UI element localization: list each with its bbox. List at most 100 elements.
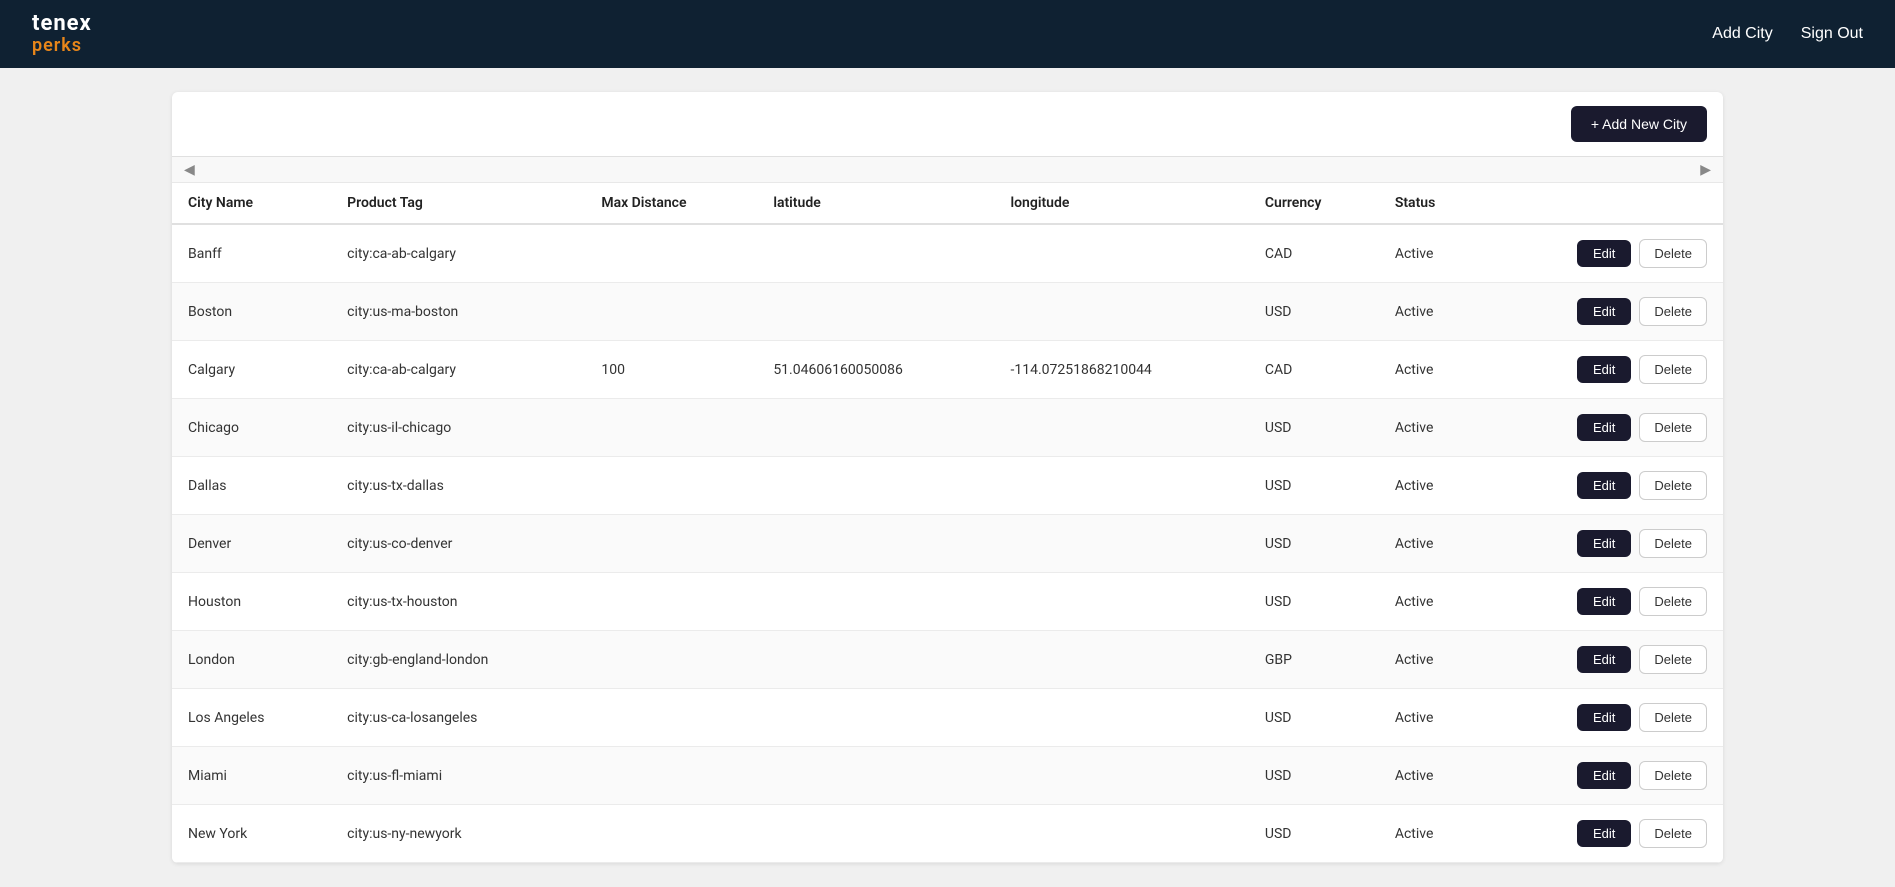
edit-button[interactable]: Edit [1577,240,1631,267]
brand-tenex: tenex [32,12,92,36]
col-actions [1485,183,1723,224]
action-cell: Edit Delete [1501,297,1707,326]
edit-button[interactable]: Edit [1577,646,1631,673]
cell-latitude [757,631,994,689]
cell-actions: Edit Delete [1485,689,1723,747]
cell-latitude [757,747,994,805]
col-status: Status [1379,183,1485,224]
cell-latitude: 51.04606160050086 [757,341,994,399]
action-cell: Edit Delete [1501,355,1707,384]
cell-product_tag: city:us-tx-dallas [331,457,585,515]
cell-longitude [994,399,1248,457]
cell-max_distance: 100 [585,341,757,399]
cell-city_name: Dallas [172,457,331,515]
edit-button[interactable]: Edit [1577,820,1631,847]
navbar: tenex perks Add City Sign Out [0,0,1895,68]
cell-city_name: Boston [172,283,331,341]
cell-product_tag: city:us-ca-losangeles [331,689,585,747]
add-new-city-button[interactable]: + Add New City [1571,106,1707,142]
add-city-nav-button[interactable]: Add City [1712,25,1772,43]
delete-button[interactable]: Delete [1639,297,1707,326]
cell-latitude [757,573,994,631]
delete-button[interactable]: Delete [1639,413,1707,442]
cell-latitude [757,283,994,341]
cell-currency: USD [1249,457,1379,515]
brand-perks: perks [32,36,92,56]
scroll-left-arrow[interactable]: ◀ [180,161,199,178]
table-row: Banffcity:ca-ab-calgaryCADActiveEditDele… [172,224,1723,283]
col-max-distance: Max Distance [585,183,757,224]
cell-product_tag: city:us-tx-houston [331,573,585,631]
navbar-actions: Add City Sign Out [1712,25,1863,43]
cell-latitude [757,805,994,863]
cell-product_tag: city:ca-ab-calgary [331,224,585,283]
cell-actions: Edit Delete [1485,457,1723,515]
delete-button[interactable]: Delete [1639,703,1707,732]
cell-product_tag: city:us-ma-boston [331,283,585,341]
cell-max_distance [585,457,757,515]
table-row: Chicagocity:us-il-chicagoUSDActiveEditDe… [172,399,1723,457]
table-header: City Name Product Tag Max Distance latit… [172,183,1723,224]
cell-currency: USD [1249,747,1379,805]
cell-longitude [994,631,1248,689]
cell-currency: CAD [1249,341,1379,399]
cell-longitude [994,283,1248,341]
edit-button[interactable]: Edit [1577,704,1631,731]
edit-button[interactable]: Edit [1577,472,1631,499]
cell-actions: Edit Delete [1485,399,1723,457]
cell-status: Active [1379,457,1485,515]
edit-button[interactable]: Edit [1577,530,1631,557]
edit-button[interactable]: Edit [1577,356,1631,383]
delete-button[interactable]: Delete [1639,645,1707,674]
cell-actions: Edit Delete [1485,747,1723,805]
cell-longitude [994,224,1248,283]
delete-button[interactable]: Delete [1639,819,1707,848]
col-product-tag: Product Tag [331,183,585,224]
action-cell: Edit Delete [1501,761,1707,790]
edit-button[interactable]: Edit [1577,414,1631,441]
cell-city_name: New York [172,805,331,863]
main-content: + Add New City ◀ ▶ City Name Product Tag… [0,68,1895,887]
edit-button[interactable]: Edit [1577,762,1631,789]
delete-button[interactable]: Delete [1639,761,1707,790]
cell-longitude [994,573,1248,631]
delete-button[interactable]: Delete [1639,529,1707,558]
delete-button[interactable]: Delete [1639,239,1707,268]
cell-status: Active [1379,515,1485,573]
action-cell: Edit Delete [1501,529,1707,558]
cell-max_distance [585,283,757,341]
cell-longitude [994,457,1248,515]
cell-product_tag: city:us-fl-miami [331,747,585,805]
cell-latitude [757,515,994,573]
table-row: Los Angelescity:us-ca-losangelesUSDActiv… [172,689,1723,747]
cell-city_name: Banff [172,224,331,283]
delete-button[interactable]: Delete [1639,471,1707,500]
scroll-right-arrow[interactable]: ▶ [1696,161,1715,178]
cell-latitude [757,224,994,283]
cell-max_distance [585,515,757,573]
delete-button[interactable]: Delete [1639,587,1707,616]
edit-button[interactable]: Edit [1577,588,1631,615]
cell-status: Active [1379,399,1485,457]
cell-actions: Edit Delete [1485,805,1723,863]
cell-actions: Edit Delete [1485,224,1723,283]
edit-button[interactable]: Edit [1577,298,1631,325]
cell-currency: USD [1249,805,1379,863]
col-longitude: longitude [994,183,1248,224]
cell-actions: Edit Delete [1485,283,1723,341]
cell-city_name: Miami [172,747,331,805]
scroll-arrows-row: ◀ ▶ [172,157,1723,183]
delete-button[interactable]: Delete [1639,355,1707,384]
cell-max_distance [585,805,757,863]
cell-longitude [994,747,1248,805]
cell-latitude [757,689,994,747]
header-row: City Name Product Tag Max Distance latit… [172,183,1723,224]
action-cell: Edit Delete [1501,703,1707,732]
sign-out-button[interactable]: Sign Out [1801,25,1863,43]
action-cell: Edit Delete [1501,645,1707,674]
action-cell: Edit Delete [1501,471,1707,500]
cell-status: Active [1379,573,1485,631]
cell-product_tag: city:us-co-denver [331,515,585,573]
table-row: Dallascity:us-tx-dallas USDActive Edit Dele… [172,457,1723,515]
brand-logo: tenex perks [32,12,92,56]
